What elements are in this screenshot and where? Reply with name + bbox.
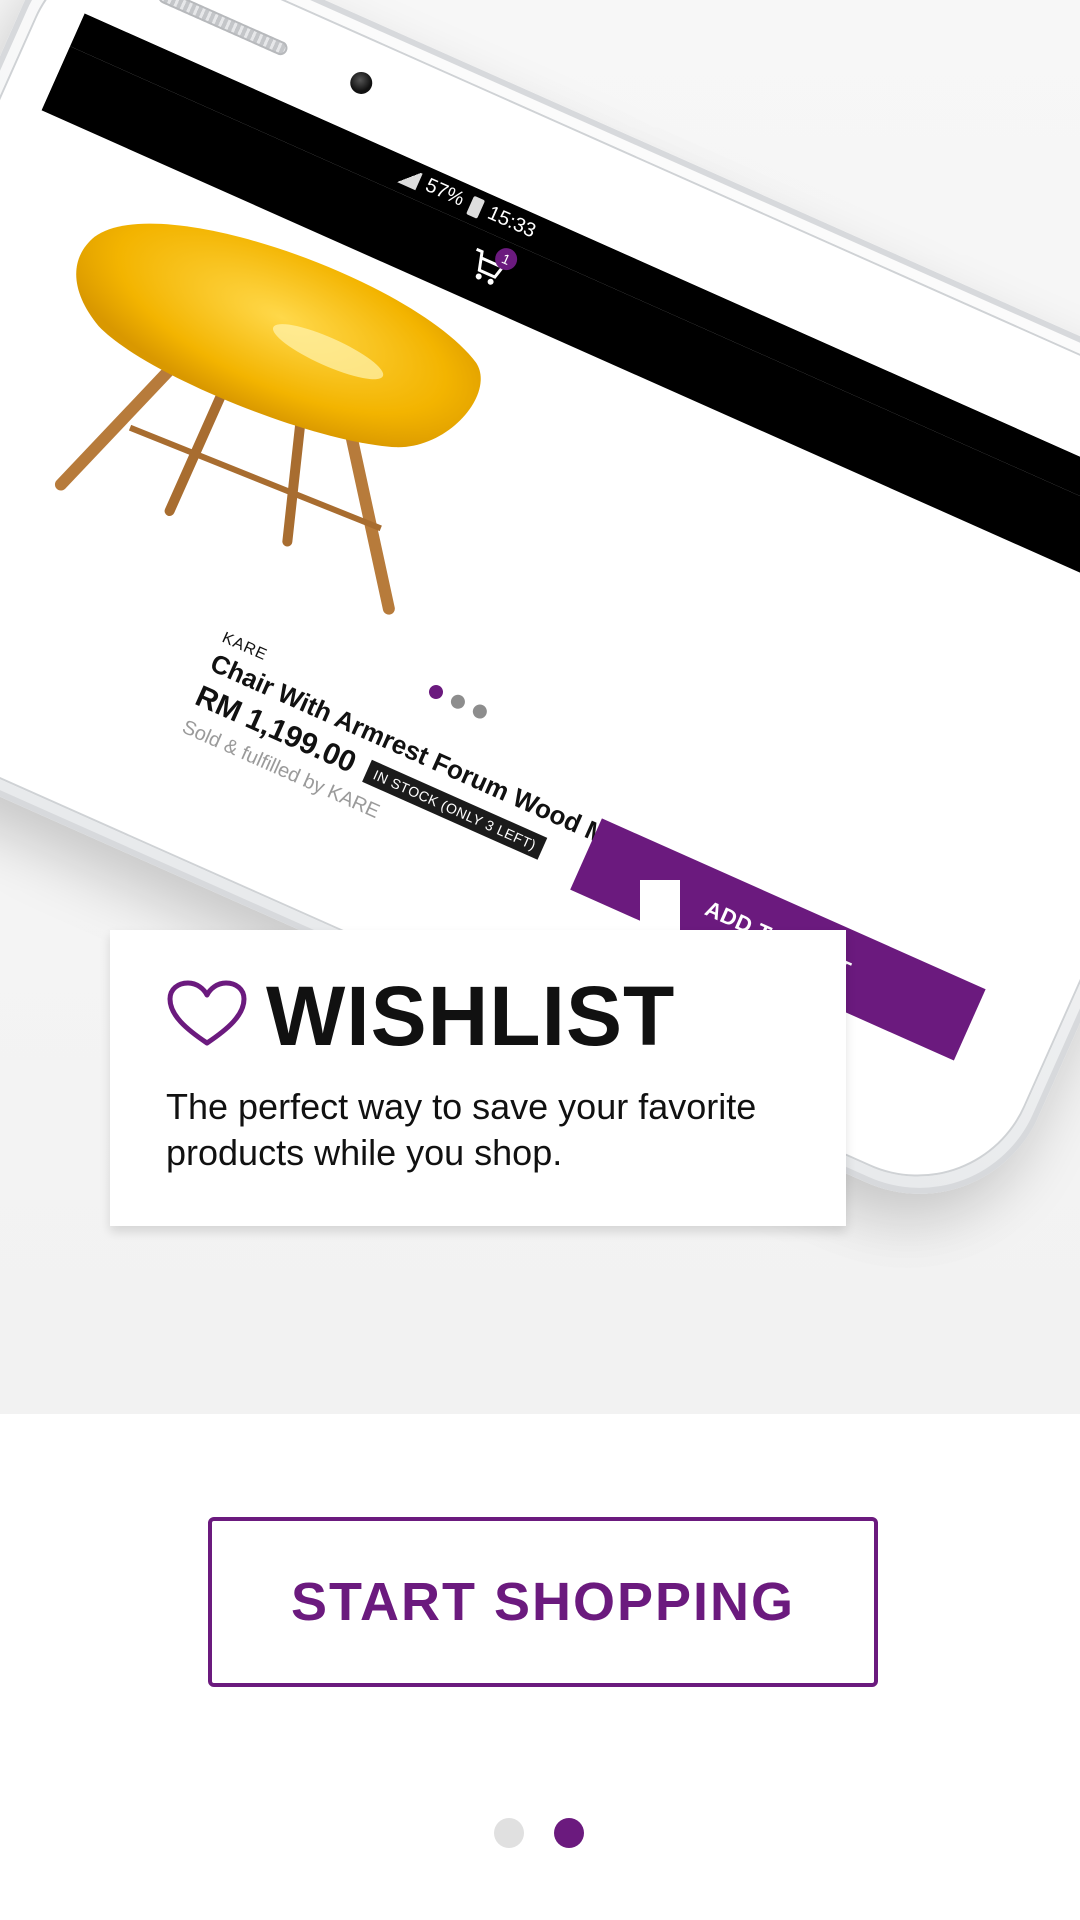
onboarding-page-indicator [494, 1818, 584, 1848]
onboarding-screen: 57% 15:33 1 KARE Chair With Armrest Foru… [0, 0, 1080, 1920]
page-dot[interactable] [494, 1818, 524, 1848]
cart-icon: 1 [460, 240, 521, 293]
feature-description: The perfect way to save your favorite pr… [166, 1086, 757, 1173]
callout-pointer [640, 880, 680, 932]
feature-card: WISHLIST The perfect way to save your fa… [110, 930, 846, 1226]
image-carousel-dots [426, 682, 490, 721]
start-shopping-button[interactable]: START SHOPPING [208, 1517, 878, 1687]
feature-title: WISHLIST [266, 969, 676, 1063]
page-dot-active[interactable] [554, 1818, 584, 1848]
feature-illustration: 57% 15:33 1 KARE Chair With Armrest Foru… [0, 0, 1080, 1414]
carousel-dot[interactable] [448, 692, 468, 712]
battery-icon [466, 195, 486, 219]
carousel-dot[interactable] [470, 702, 490, 721]
carousel-dot[interactable] [426, 682, 446, 702]
heart-outline-icon [166, 979, 248, 1054]
signal-icon [395, 164, 423, 190]
